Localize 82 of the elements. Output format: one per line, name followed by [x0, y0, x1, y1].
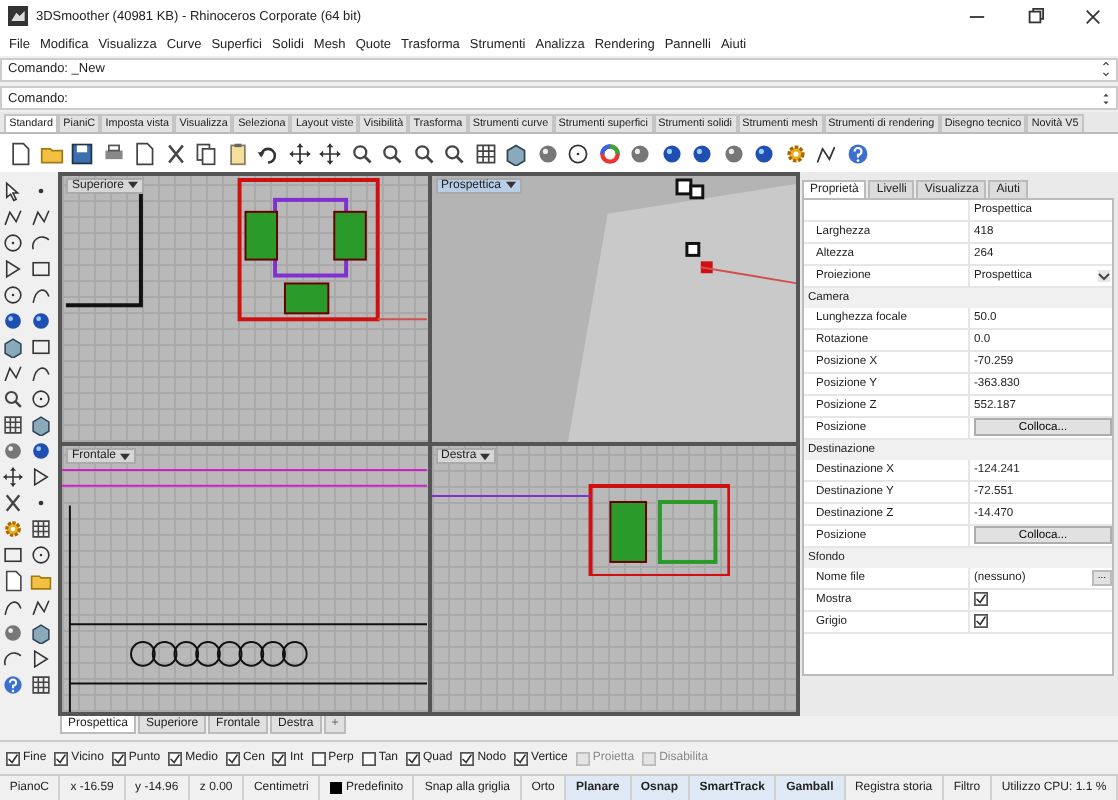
gear-icon[interactable] [783, 141, 807, 166]
move-icon[interactable] [318, 141, 342, 166]
arc-icon[interactable] [30, 231, 52, 254]
page-icon[interactable] [8, 141, 32, 166]
checkbox[interactable] [272, 751, 287, 766]
sphere-icon[interactable] [659, 141, 683, 166]
box-icon[interactable] [30, 621, 52, 644]
move-icon[interactable] [287, 141, 311, 166]
sphere-icon[interactable] [30, 439, 52, 462]
checkbox[interactable] [225, 751, 240, 766]
checkbox[interactable] [974, 592, 988, 607]
checkbox[interactable] [460, 751, 475, 766]
box-icon[interactable] [504, 141, 528, 166]
sphere-icon[interactable] [30, 309, 52, 332]
zoom-icon[interactable] [411, 141, 435, 166]
maximize-icon[interactable] [1026, 7, 1044, 26]
box-icon[interactable] [30, 413, 52, 436]
sphere-icon[interactable] [535, 141, 559, 166]
triangle-icon[interactable] [2, 257, 24, 280]
sphere-icon[interactable] [752, 141, 776, 166]
checkbox[interactable] [54, 751, 69, 766]
checkbox[interactable] [361, 751, 376, 766]
caret-icon [505, 180, 516, 191]
rectangle-icon[interactable] [2, 543, 24, 566]
arc-icon[interactable] [2, 647, 24, 670]
close-icon[interactable] [1084, 7, 1102, 26]
zoom-icon[interactable] [380, 141, 404, 166]
cursor-icon[interactable] [2, 179, 24, 202]
circle-icon[interactable] [2, 231, 24, 254]
circle-icon[interactable] [2, 283, 24, 306]
polyline-icon[interactable] [814, 141, 838, 166]
polyline-icon[interactable] [2, 205, 24, 228]
clipboard-icon[interactable] [225, 141, 249, 166]
sphere-icon[interactable] [2, 439, 24, 462]
help-icon[interactable] [845, 141, 869, 166]
checkbox[interactable] [514, 751, 529, 766]
sphere-icon[interactable] [628, 141, 652, 166]
checkbox[interactable] [6, 751, 20, 766]
scroll-arrows-icon[interactable] [1102, 60, 1110, 79]
checkbox[interactable] [974, 614, 988, 629]
checkbox[interactable] [168, 751, 183, 766]
grid-icon[interactable] [30, 673, 52, 696]
triangle-icon[interactable] [30, 647, 52, 670]
move-icon[interactable] [2, 465, 24, 488]
checkbox[interactable] [406, 751, 420, 766]
sphere-icon[interactable] [2, 621, 24, 644]
circle-icon[interactable] [30, 387, 52, 410]
circle-icon[interactable] [566, 141, 590, 166]
polyline-icon[interactable] [2, 361, 24, 384]
caret-icon [128, 180, 139, 191]
grid-icon[interactable] [473, 141, 497, 166]
cross-icon[interactable] [2, 491, 24, 514]
cross-icon[interactable] [163, 141, 187, 166]
sphere-icon[interactable] [721, 141, 745, 166]
curve-icon[interactable] [30, 361, 52, 384]
polyline-icon[interactable] [30, 205, 52, 228]
checkbox[interactable] [311, 751, 326, 766]
circle-icon[interactable] [30, 543, 52, 566]
sphere-icon[interactable] [690, 141, 714, 166]
polyline-icon[interactable] [30, 595, 52, 618]
rectangle-icon[interactable] [30, 335, 52, 358]
curve-icon[interactable] [2, 595, 24, 618]
sphere-icon[interactable] [2, 309, 24, 332]
caret-icon [1098, 269, 1110, 282]
copy-icon[interactable] [194, 141, 218, 166]
gear-icon[interactable] [2, 517, 24, 540]
zoom-icon[interactable] [2, 387, 24, 410]
grid-icon[interactable] [2, 413, 24, 436]
caret-icon [480, 451, 491, 462]
checkbox[interactable] [111, 751, 126, 766]
zoom-icon[interactable] [442, 141, 466, 166]
help-icon[interactable] [2, 673, 24, 696]
caret-icon [120, 451, 131, 462]
rectangle-icon[interactable] [30, 257, 52, 280]
curve-icon[interactable] [30, 283, 52, 306]
triangle-icon[interactable] [30, 465, 52, 488]
grid-icon[interactable] [30, 517, 52, 540]
page-icon[interactable] [2, 569, 24, 592]
color-wheel-icon[interactable] [597, 141, 621, 166]
page-icon[interactable] [132, 141, 156, 166]
box-icon[interactable] [2, 335, 24, 358]
zoom-icon[interactable] [349, 141, 373, 166]
